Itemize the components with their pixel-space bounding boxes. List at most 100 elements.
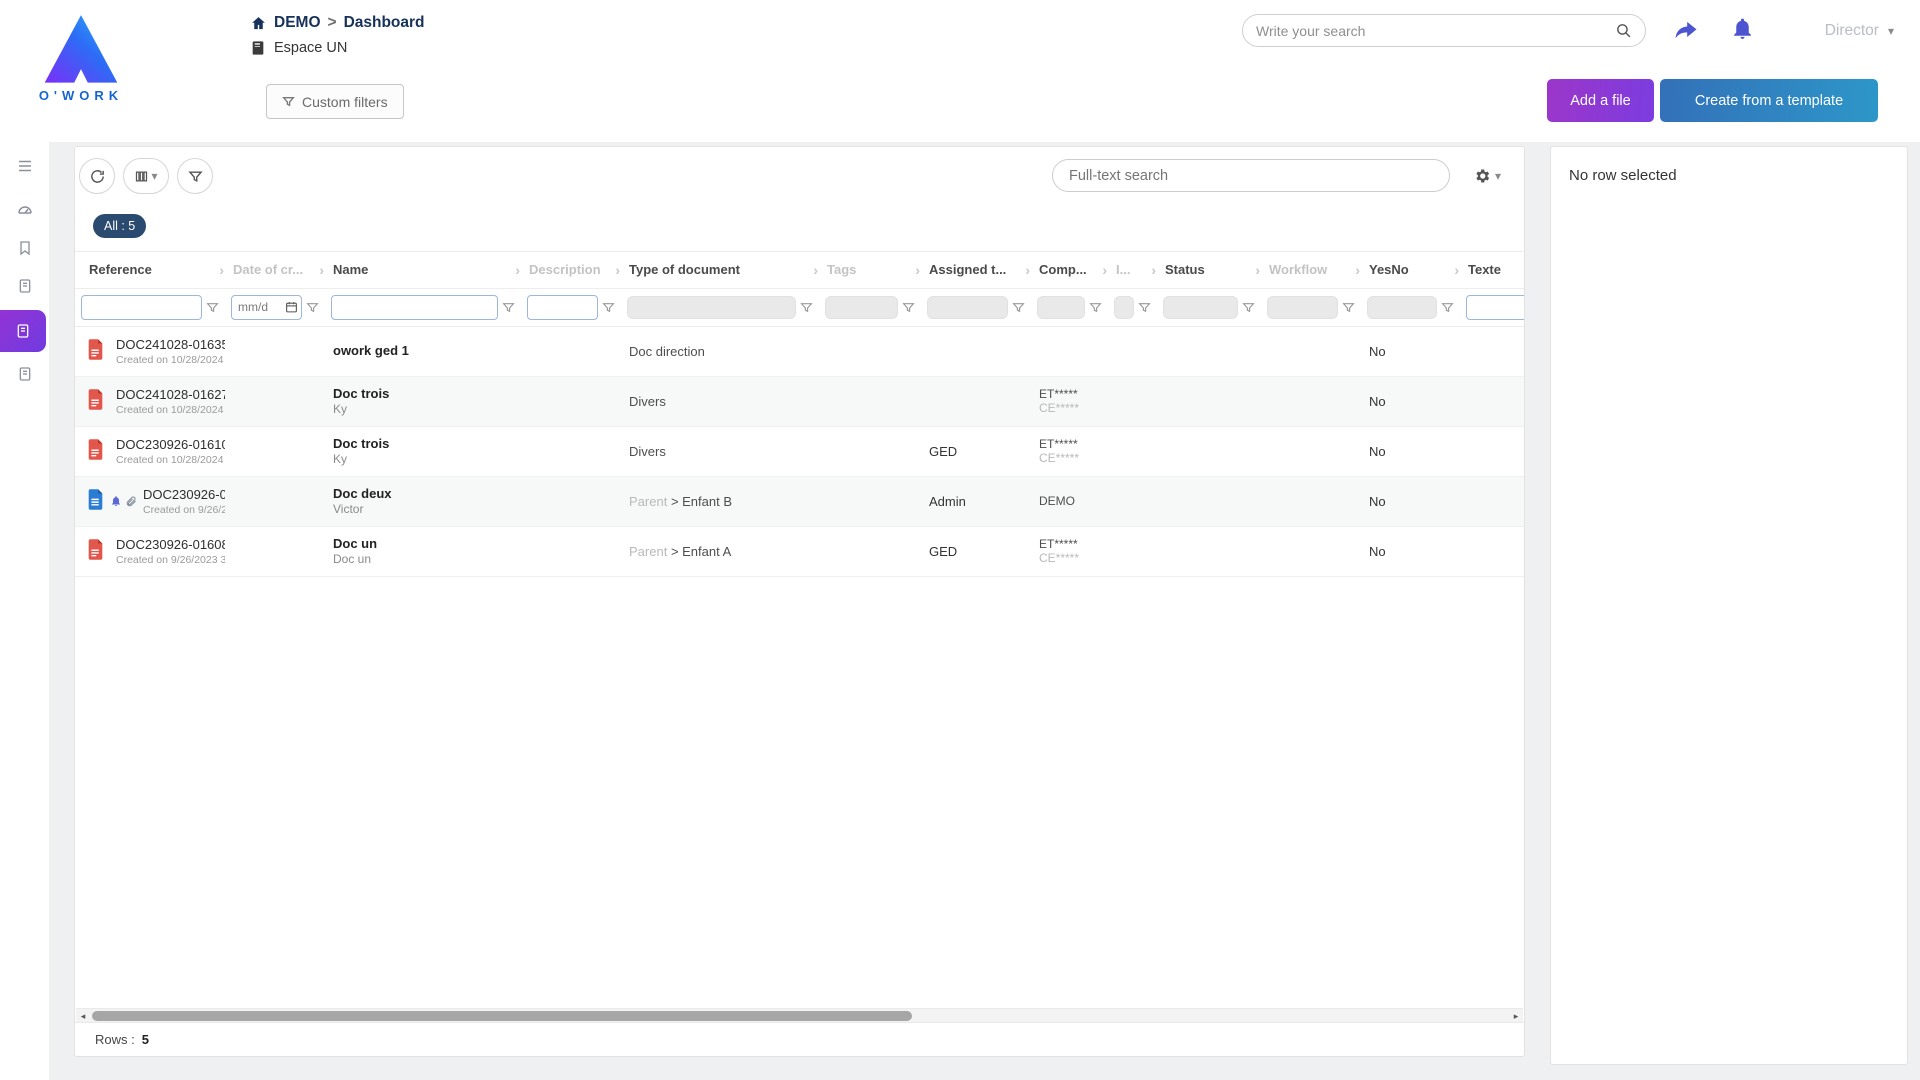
column-label: Status xyxy=(1165,262,1205,277)
filter-funnel-icon[interactable] xyxy=(502,301,515,314)
filter-input-reference[interactable] xyxy=(81,295,202,320)
column-header-type-of-document[interactable]: Type of document› xyxy=(621,252,819,288)
document-name-sub: Doc un xyxy=(333,552,513,566)
filter-disabled-assigned-to[interactable] xyxy=(927,296,1008,319)
column-chevron-icon[interactable]: › xyxy=(915,262,920,278)
column-chevron-icon[interactable]: › xyxy=(1355,262,1360,278)
filter-disabled-yesno[interactable] xyxy=(1367,296,1437,319)
table-filter-row xyxy=(75,288,1524,326)
column-chevron-icon[interactable]: › xyxy=(1025,262,1030,278)
cell-date-of-creation xyxy=(225,376,325,426)
tab-all-count[interactable]: All : 5 xyxy=(93,214,146,238)
filter-funnel-icon[interactable] xyxy=(1342,301,1355,314)
column-chevron-icon[interactable]: › xyxy=(615,262,620,278)
filter-funnel-icon[interactable] xyxy=(1012,301,1025,314)
user-menu[interactable]: Director ▾ xyxy=(1825,22,1894,40)
cell-description xyxy=(521,526,621,576)
scroll-left-arrow[interactable]: ◂ xyxy=(77,1009,89,1023)
global-search-input[interactable] xyxy=(1256,23,1615,39)
filter-disabled-workflow[interactable] xyxy=(1267,296,1338,319)
cell-date-of-creation xyxy=(225,326,325,376)
sidebar-item-dashboard[interactable] xyxy=(0,194,49,226)
search-icon[interactable] xyxy=(1615,22,1632,39)
cell-assigned-to xyxy=(921,326,1031,376)
create-from-template-button[interactable]: Create from a template xyxy=(1660,79,1878,122)
sidebar-item-bookmarks[interactable] xyxy=(0,232,49,264)
breadcrumb-current[interactable]: Dashboard xyxy=(344,14,425,32)
cell-yesno: No xyxy=(1361,526,1460,576)
column-chooser-button[interactable]: ▾ xyxy=(123,158,169,194)
filter-input-texte[interactable] xyxy=(1466,295,1524,320)
column-chevron-icon[interactable]: › xyxy=(1151,262,1156,278)
filter-funnel-icon[interactable] xyxy=(206,301,219,314)
filter-funnel-icon[interactable] xyxy=(1242,301,1255,314)
table-row[interactable]: DOC230926-01610-3 Created on 10/28/2024 … xyxy=(75,426,1524,476)
app-logo[interactable]: O'WORK xyxy=(18,10,144,103)
filter-funnel-icon[interactable] xyxy=(902,301,915,314)
table-row[interactable]: DOC241028-01635-0 Created on 10/28/2024 … xyxy=(75,326,1524,376)
filter-funnel-icon[interactable] xyxy=(800,301,813,314)
column-header-reference[interactable]: Reference› xyxy=(75,252,225,288)
filter-disabled-i[interactable] xyxy=(1114,296,1134,319)
home-icon[interactable] xyxy=(250,15,267,32)
filter-funnel-icon[interactable] xyxy=(1089,301,1102,314)
column-header-texte[interactable]: Texte› xyxy=(1460,252,1524,288)
column-header-workflow[interactable]: Workflow› xyxy=(1261,252,1361,288)
filter-disabled-company[interactable] xyxy=(1037,296,1085,319)
share-button[interactable] xyxy=(1670,15,1702,47)
cell-description xyxy=(521,376,621,426)
fulltext-search-input[interactable] xyxy=(1069,168,1433,184)
sidebar-item-archives[interactable] xyxy=(0,358,49,390)
column-header-assigned-to[interactable]: Assigned t...› xyxy=(921,252,1031,288)
sidebar-item-journal[interactable] xyxy=(0,270,49,302)
refresh-button[interactable] xyxy=(79,158,115,194)
grid-settings-button[interactable]: ▾ xyxy=(1461,158,1513,194)
filter-disabled-type-of-document[interactable] xyxy=(627,296,796,319)
filter-disabled-status[interactable] xyxy=(1163,296,1238,319)
column-header-yesno[interactable]: YesNo› xyxy=(1361,252,1460,288)
column-header-company[interactable]: Comp...› xyxy=(1031,252,1108,288)
column-header-status[interactable]: Status › xyxy=(1157,252,1261,288)
custom-filters-button[interactable]: Custom filters xyxy=(266,84,404,119)
filter-funnel-icon[interactable] xyxy=(306,301,319,314)
scroll-right-arrow[interactable]: ▸ xyxy=(1510,1009,1522,1023)
horizontal-scrollbar[interactable]: ◂ ▸ xyxy=(76,1008,1523,1022)
add-file-button[interactable]: Add a file xyxy=(1547,79,1654,122)
column-header-date-of-creation[interactable]: Date of cr...› xyxy=(225,252,325,288)
notifications-button[interactable] xyxy=(1726,14,1758,46)
cell-type-of-document: Parent > Enfant B xyxy=(621,476,819,526)
column-chevron-icon[interactable]: › xyxy=(1255,262,1260,278)
table-row[interactable]: DOC230926-01608-0 Created on 9/26/2023 3… xyxy=(75,526,1524,576)
calendar-icon[interactable] xyxy=(285,301,298,314)
sidebar-item-documents-active[interactable] xyxy=(0,310,46,352)
breadcrumb-root[interactable]: DEMO xyxy=(274,14,321,32)
share-arrow-icon xyxy=(1672,16,1700,44)
column-chevron-icon[interactable]: › xyxy=(1454,262,1459,278)
cell-date-of-creation xyxy=(225,476,325,526)
column-chevron-icon[interactable]: › xyxy=(1102,262,1107,278)
filter-funnel-icon[interactable] xyxy=(1441,301,1454,314)
table-row[interactable]: DOC230926-01609-0 Created on 9/26/2023 3… xyxy=(75,476,1524,526)
column-chevron-icon[interactable]: › xyxy=(813,262,818,278)
company-primary: ET***** xyxy=(1039,537,1100,551)
grid-filter-button[interactable] xyxy=(177,158,213,194)
workspace-row[interactable]: Espace UN xyxy=(250,40,347,56)
company-secondary: CE***** xyxy=(1039,551,1100,565)
column-header-i[interactable]: I...› xyxy=(1108,252,1157,288)
scrollbar-thumb[interactable] xyxy=(92,1011,912,1021)
cell-texte xyxy=(1460,326,1524,376)
filter-funnel-icon[interactable] xyxy=(602,301,615,314)
filter-input-name[interactable] xyxy=(331,295,498,320)
filter-disabled-tags[interactable] xyxy=(825,296,898,319)
company-secondary: CE***** xyxy=(1039,401,1100,415)
sidebar-menu-toggle[interactable] xyxy=(0,150,49,182)
column-header-tags[interactable]: Tags› xyxy=(819,252,921,288)
filter-input-description[interactable] xyxy=(527,295,598,320)
column-header-name[interactable]: Name› xyxy=(325,252,521,288)
column-header-description[interactable]: Description› xyxy=(521,252,621,288)
filter-funnel-icon[interactable] xyxy=(1138,301,1151,314)
table-row[interactable]: DOC241028-01627-0 Created on 10/28/2024 … xyxy=(75,376,1524,426)
column-chevron-icon[interactable]: › xyxy=(219,262,224,278)
column-chevron-icon[interactable]: › xyxy=(319,262,324,278)
column-chevron-icon[interactable]: › xyxy=(515,262,520,278)
